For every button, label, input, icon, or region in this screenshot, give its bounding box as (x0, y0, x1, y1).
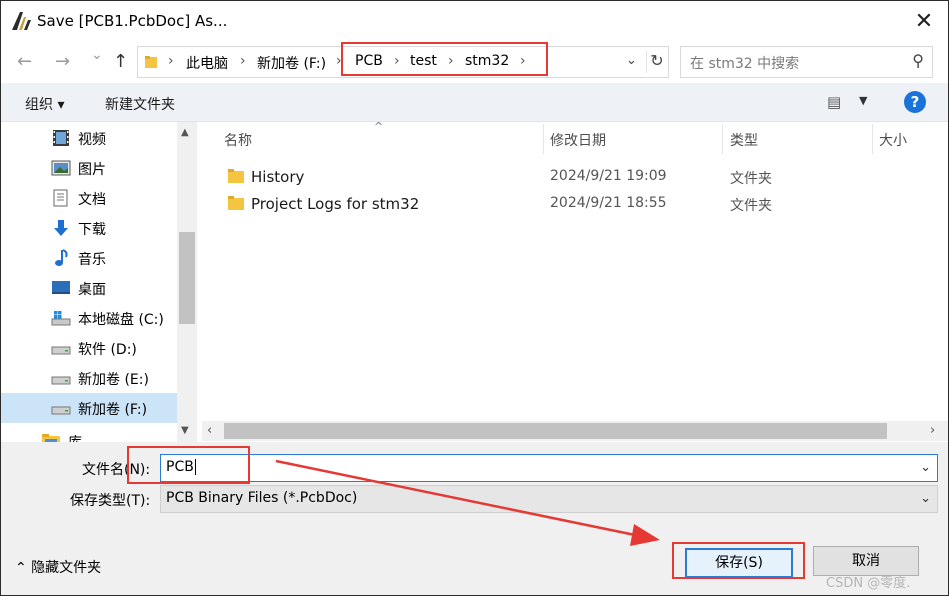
annotation-arrow (275, 459, 660, 546)
watermark-text: CSDN @零度. (826, 576, 911, 591)
